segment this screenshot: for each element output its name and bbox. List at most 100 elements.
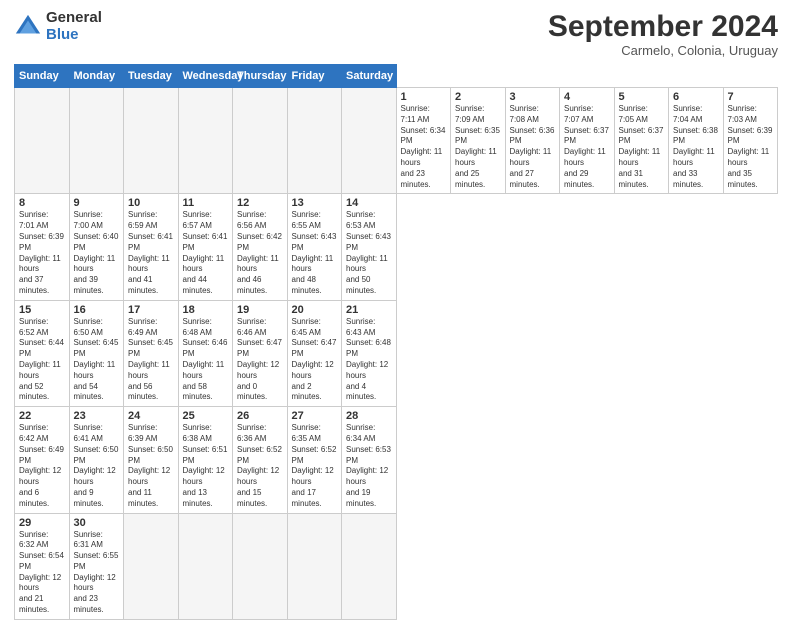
sunrise: Sunrise: 6:57 AM	[183, 210, 212, 230]
day-number: 18	[183, 304, 229, 316]
sunset: Sunset: 6:49 PM	[19, 445, 64, 465]
sunset: Sunset: 6:40 PM	[74, 232, 119, 252]
calendar-cell: 6 Sunrise: 7:04 AM Sunset: 6:38 PM Dayli…	[669, 88, 724, 194]
daylight-minutes: and 15 minutes.	[237, 488, 267, 508]
daylight-label: Daylight: 11 hours	[74, 254, 116, 274]
daylight-label: Daylight: 11 hours	[19, 360, 61, 380]
calendar-cell: 7 Sunrise: 7:03 AM Sunset: 6:39 PM Dayli…	[723, 88, 778, 194]
cell-info: Sunrise: 6:43 AM Sunset: 6:48 PM Dayligh…	[346, 317, 392, 403]
calendar-cell: 11 Sunrise: 6:57 AM Sunset: 6:41 PM Dayl…	[178, 194, 233, 300]
daylight-minutes: and 2 minutes.	[292, 382, 322, 402]
sunrise: Sunrise: 6:39 AM	[128, 423, 157, 443]
sunset: Sunset: 6:51 PM	[183, 445, 228, 465]
day-number: 20	[292, 304, 338, 316]
sunrise: Sunrise: 7:09 AM	[455, 104, 484, 124]
sunset: Sunset: 6:53 PM	[346, 445, 391, 465]
day-number: 30	[74, 517, 120, 529]
calendar-cell: 24 Sunrise: 6:39 AM Sunset: 6:50 PM Dayl…	[124, 407, 179, 513]
day-number: 13	[292, 197, 338, 209]
daylight-minutes: and 9 minutes.	[74, 488, 104, 508]
calendar-week-3: 22 Sunrise: 6:42 AM Sunset: 6:49 PM Dayl…	[15, 407, 778, 513]
sunrise: Sunrise: 6:38 AM	[183, 423, 212, 443]
header-row: Sunday Monday Tuesday Wednesday Thursday…	[15, 65, 778, 88]
sunset: Sunset: 6:43 PM	[346, 232, 391, 252]
calendar-cell	[233, 513, 288, 619]
day-number: 17	[128, 304, 174, 316]
sunrise: Sunrise: 6:53 AM	[346, 210, 375, 230]
daylight-minutes: and 52 minutes.	[19, 382, 49, 402]
sunrise: Sunrise: 7:07 AM	[564, 104, 593, 124]
daylight-minutes: and 17 minutes.	[292, 488, 322, 508]
day-number: 26	[237, 410, 283, 422]
daylight-minutes: and 23 minutes.	[401, 169, 431, 189]
calendar-cell: 17 Sunrise: 6:49 AM Sunset: 6:45 PM Dayl…	[124, 300, 179, 406]
daylight-minutes: and 23 minutes.	[74, 594, 104, 614]
sunrise: Sunrise: 6:43 AM	[346, 317, 375, 337]
sunrise: Sunrise: 6:35 AM	[292, 423, 321, 443]
calendar-cell	[178, 513, 233, 619]
daylight-minutes: and 58 minutes.	[183, 382, 213, 402]
day-number: 12	[237, 197, 283, 209]
daylight-minutes: and 44 minutes.	[183, 275, 213, 295]
sunset: Sunset: 6:47 PM	[292, 338, 337, 358]
cell-info: Sunrise: 6:45 AM Sunset: 6:47 PM Dayligh…	[292, 317, 338, 403]
calendar-cell: 13 Sunrise: 6:55 AM Sunset: 6:43 PM Dayl…	[287, 194, 342, 300]
daylight-label: Daylight: 11 hours	[183, 360, 225, 380]
daylight-minutes: and 54 minutes.	[74, 382, 104, 402]
daylight-minutes: and 33 minutes.	[673, 169, 703, 189]
daylight-label: Daylight: 12 hours	[183, 466, 225, 486]
day-number: 29	[19, 517, 65, 529]
daylight-label: Daylight: 12 hours	[237, 466, 279, 486]
daylight-label: Daylight: 11 hours	[74, 360, 116, 380]
cell-info: Sunrise: 7:08 AM Sunset: 6:36 PM Dayligh…	[510, 104, 556, 190]
daylight-minutes: and 48 minutes.	[292, 275, 322, 295]
cell-info: Sunrise: 6:56 AM Sunset: 6:42 PM Dayligh…	[237, 210, 283, 296]
calendar-cell	[69, 88, 124, 194]
daylight-minutes: and 41 minutes.	[128, 275, 158, 295]
daylight-label: Daylight: 12 hours	[128, 466, 170, 486]
logo-general: General	[46, 10, 102, 27]
calendar-week-1: 8 Sunrise: 7:01 AM Sunset: 6:39 PM Dayli…	[15, 194, 778, 300]
sunset: Sunset: 6:42 PM	[237, 232, 282, 252]
daylight-label: Daylight: 11 hours	[183, 254, 225, 274]
calendar-cell: 26 Sunrise: 6:36 AM Sunset: 6:52 PM Dayl…	[233, 407, 288, 513]
cell-info: Sunrise: 6:55 AM Sunset: 6:43 PM Dayligh…	[292, 210, 338, 296]
sunrise: Sunrise: 6:49 AM	[128, 317, 157, 337]
sunset: Sunset: 6:50 PM	[74, 445, 119, 465]
calendar-cell: 22 Sunrise: 6:42 AM Sunset: 6:49 PM Dayl…	[15, 407, 70, 513]
page-container: General Blue September 2024 Carmelo, Col…	[0, 0, 792, 630]
daylight-minutes: and 11 minutes.	[128, 488, 158, 508]
cell-info: Sunrise: 7:07 AM Sunset: 6:37 PM Dayligh…	[564, 104, 610, 190]
cell-info: Sunrise: 6:39 AM Sunset: 6:50 PM Dayligh…	[128, 423, 174, 509]
sunrise: Sunrise: 6:41 AM	[74, 423, 103, 443]
daylight-minutes: and 39 minutes.	[74, 275, 104, 295]
cell-info: Sunrise: 6:53 AM Sunset: 6:43 PM Dayligh…	[346, 210, 392, 296]
calendar-cell: 20 Sunrise: 6:45 AM Sunset: 6:47 PM Dayl…	[287, 300, 342, 406]
daylight-label: Daylight: 11 hours	[128, 360, 170, 380]
calendar-cell: 8 Sunrise: 7:01 AM Sunset: 6:39 PM Dayli…	[15, 194, 70, 300]
calendar-cell: 14 Sunrise: 6:53 AM Sunset: 6:43 PM Dayl…	[342, 194, 397, 300]
calendar-cell	[15, 88, 70, 194]
cell-info: Sunrise: 7:09 AM Sunset: 6:35 PM Dayligh…	[455, 104, 501, 190]
col-thursday: Thursday	[233, 65, 288, 88]
daylight-label: Daylight: 12 hours	[346, 466, 388, 486]
daylight-minutes: and 37 minutes.	[19, 275, 49, 295]
sunrise: Sunrise: 6:52 AM	[19, 317, 48, 337]
daylight-minutes: and 50 minutes.	[346, 275, 376, 295]
daylight-label: Daylight: 11 hours	[346, 254, 388, 274]
day-number: 8	[19, 197, 65, 209]
day-number: 3	[510, 91, 556, 103]
cell-info: Sunrise: 6:59 AM Sunset: 6:41 PM Dayligh…	[128, 210, 174, 296]
col-friday: Friday	[287, 65, 342, 88]
cell-info: Sunrise: 6:46 AM Sunset: 6:47 PM Dayligh…	[237, 317, 283, 403]
sunset: Sunset: 6:45 PM	[128, 338, 173, 358]
calendar-week-4: 29 Sunrise: 6:32 AM Sunset: 6:54 PM Dayl…	[15, 513, 778, 619]
logo: General Blue	[14, 10, 102, 43]
day-number: 10	[128, 197, 174, 209]
daylight-label: Daylight: 12 hours	[74, 573, 116, 593]
calendar-cell: 19 Sunrise: 6:46 AM Sunset: 6:47 PM Dayl…	[233, 300, 288, 406]
daylight-minutes: and 19 minutes.	[346, 488, 376, 508]
sunrise: Sunrise: 6:31 AM	[74, 530, 103, 550]
daylight-label: Daylight: 11 hours	[128, 254, 170, 274]
daylight-label: Daylight: 12 hours	[292, 360, 334, 380]
